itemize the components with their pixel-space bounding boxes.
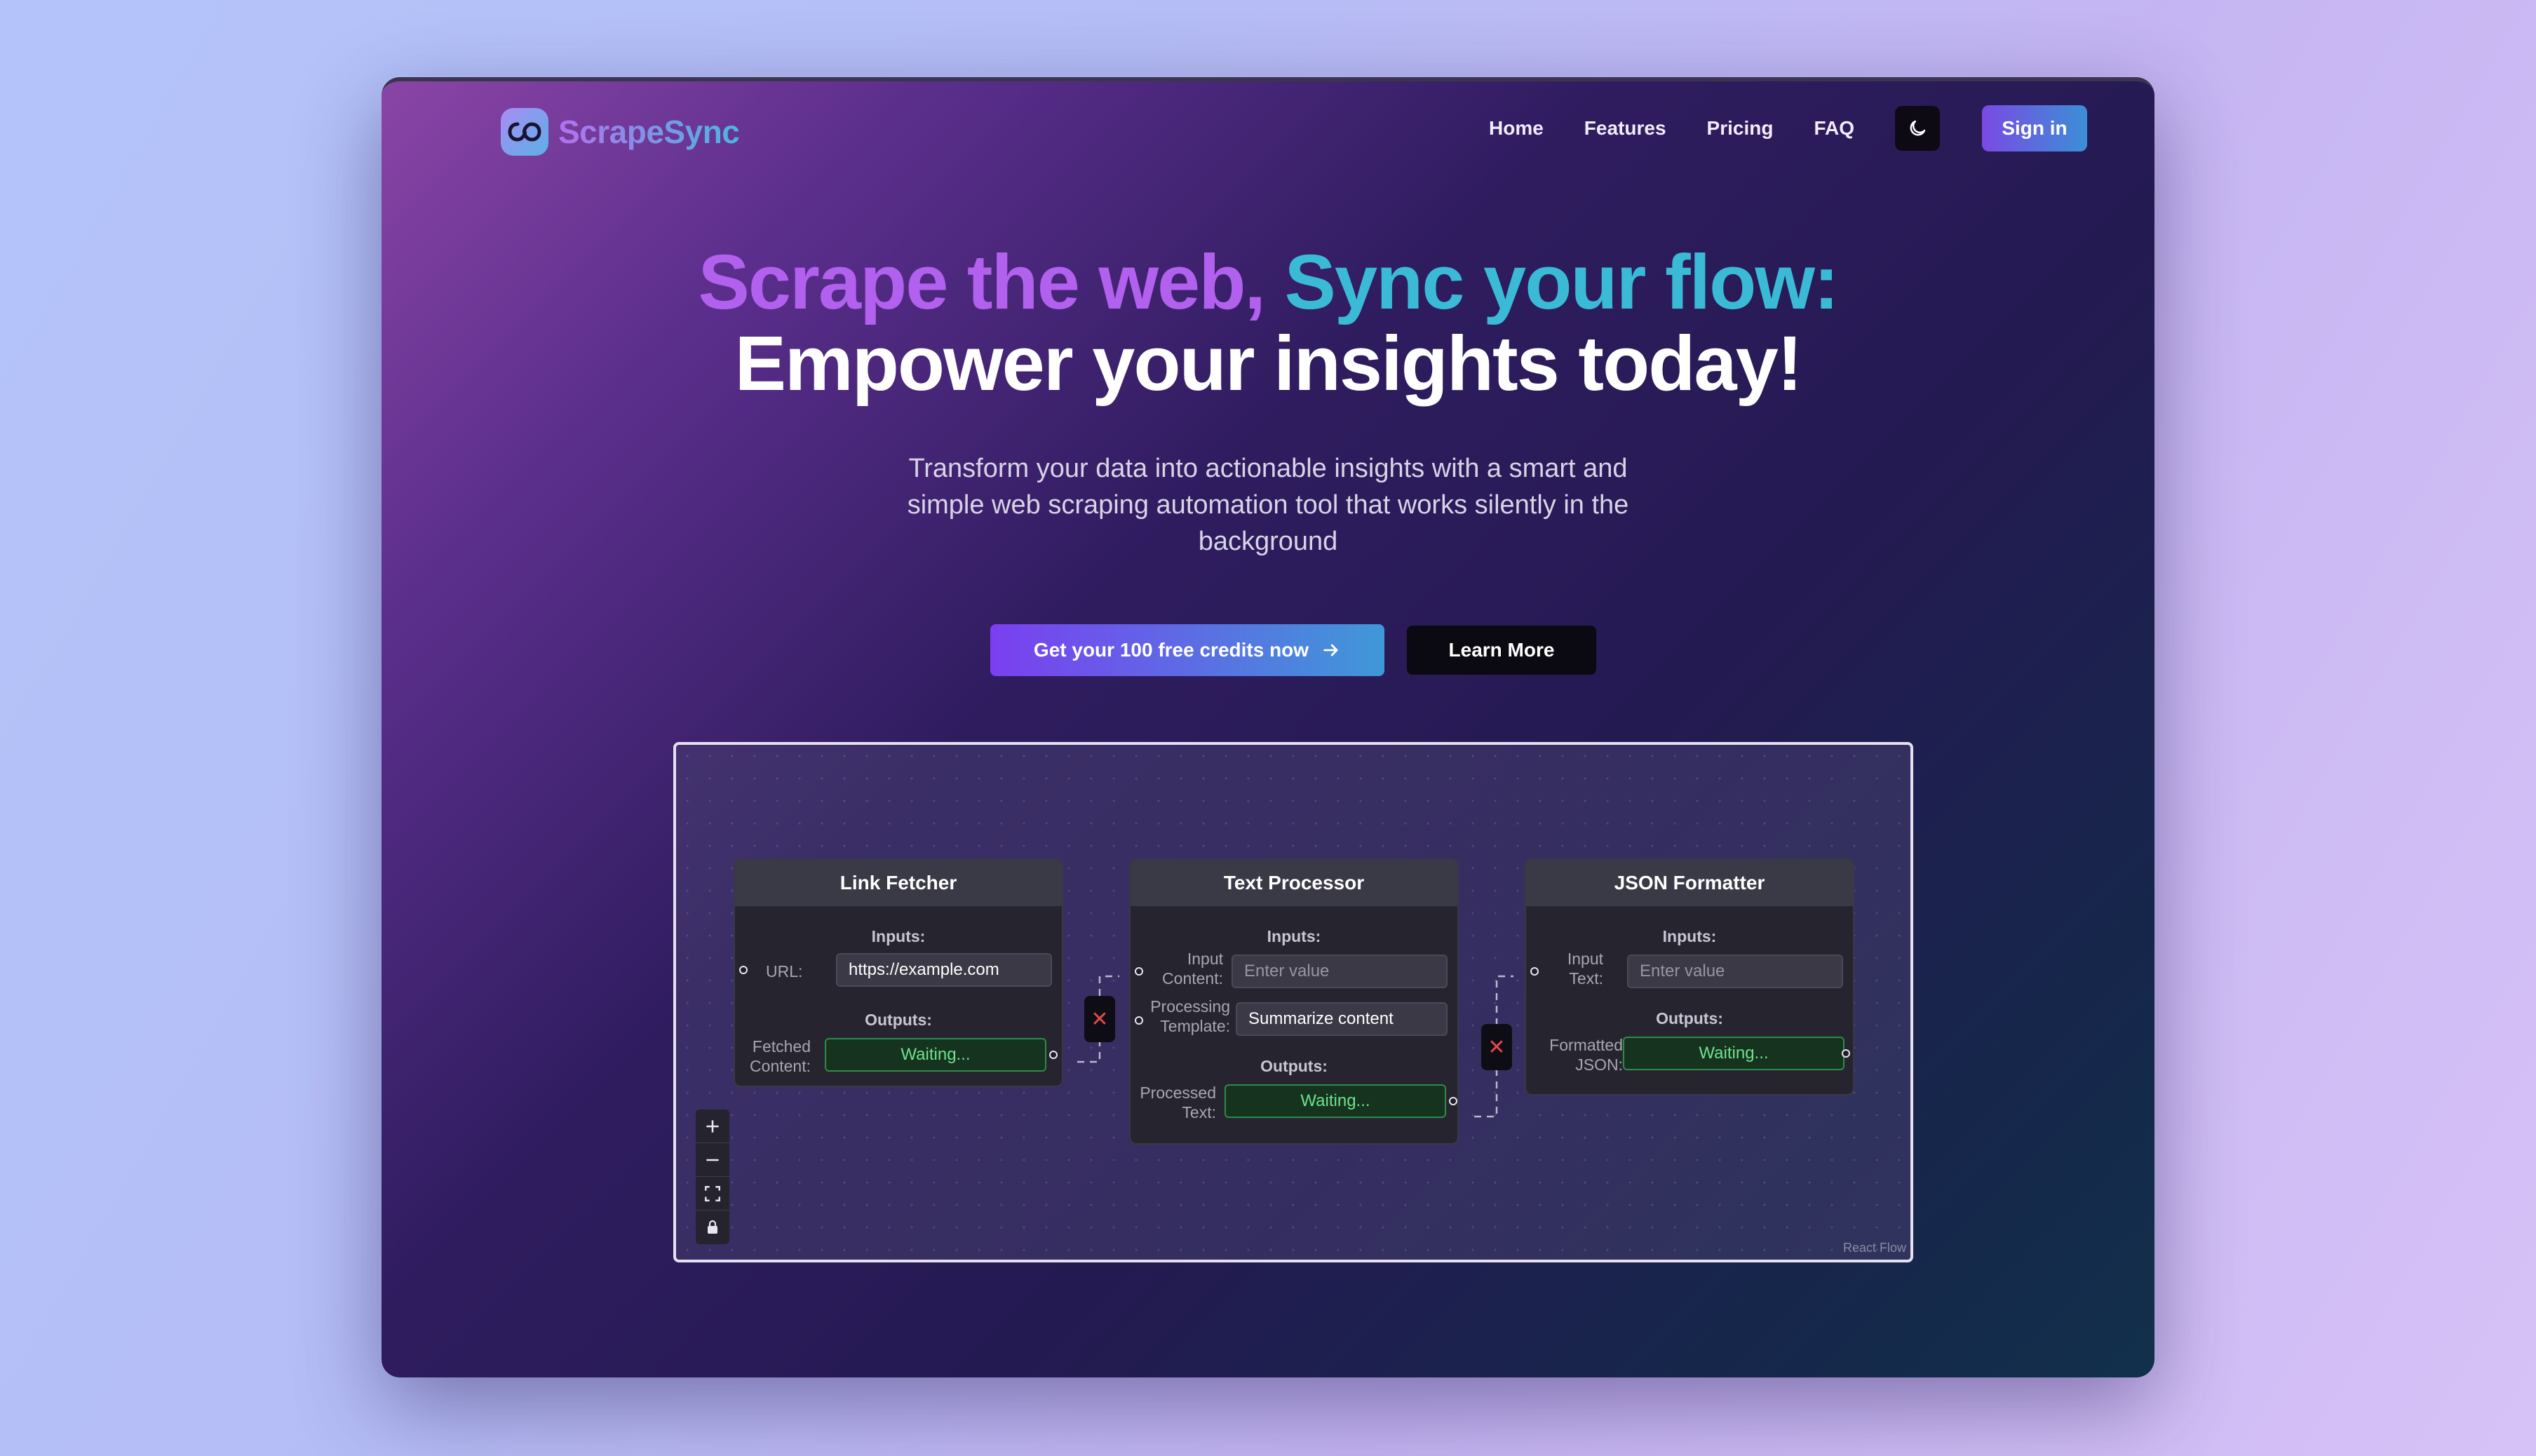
- nav-link-home[interactable]: Home: [1489, 117, 1544, 140]
- infinity-icon: [501, 108, 548, 156]
- arrow-right-icon: [1323, 644, 1338, 656]
- top-nav: ScrapeSync Home Features Pricing FAQ Sig…: [382, 81, 2154, 208]
- moon-icon: [1910, 120, 1926, 136]
- fetched-content-output: Waiting...: [825, 1038, 1046, 1072]
- inputs-label: Inputs:: [1267, 927, 1321, 945]
- input-handle[interactable]: [1135, 967, 1143, 976]
- output-handle[interactable]: [1049, 1051, 1058, 1059]
- input-row-url: URL: https://example.com: [735, 953, 1062, 995]
- node-title: Text Processor: [1131, 860, 1457, 906]
- theme-toggle-button[interactable]: [1895, 106, 1940, 151]
- input-content-field[interactable]: Enter value: [1232, 955, 1448, 988]
- sign-in-button[interactable]: Sign in: [1982, 105, 2087, 151]
- nav-link-pricing[interactable]: Pricing: [1707, 117, 1774, 140]
- outputs-label: Outputs:: [1260, 1057, 1328, 1075]
- flow-controls: [696, 1110, 729, 1244]
- formatted-json-output: Waiting...: [1623, 1037, 1844, 1070]
- processed-text-label: Processed Text:: [1140, 1084, 1216, 1121]
- processing-template-field[interactable]: Summarize content: [1236, 1002, 1448, 1036]
- get-credits-button[interactable]: Get your 100 free credits now: [990, 624, 1384, 676]
- input-row-template: Processing Template: Summarize content: [1131, 997, 1457, 1040]
- processing-template-label: Processing Template:: [1150, 997, 1230, 1035]
- hero-title-line2: Empower your insights today!: [734, 321, 1803, 407]
- hero-subtitle: Transform your data into actionable insi…: [907, 454, 1629, 556]
- logo[interactable]: ScrapeSync: [501, 108, 740, 156]
- brand-name: ScrapeSync: [558, 114, 740, 150]
- output-row-fetched: Fetched Content: Waiting...: [735, 1037, 1062, 1080]
- nav-link-faq[interactable]: FAQ: [1814, 117, 1854, 140]
- input-content-label: Input Content:: [1162, 950, 1223, 987]
- input-row-content: Input Content: Enter value: [1131, 950, 1457, 994]
- outputs-label: Outputs:: [865, 1011, 932, 1029]
- react-flow-attribution[interactable]: React Flow: [1843, 1241, 1906, 1255]
- node-link-fetcher[interactable]: Link Fetcher Inputs: URL: https://exampl…: [734, 858, 1063, 1087]
- hero-title-part1: Scrape the web,: [698, 239, 1285, 325]
- input-handle[interactable]: [1530, 967, 1539, 976]
- output-handle[interactable]: [1449, 1097, 1457, 1105]
- delete-edge-button[interactable]: ✕: [1084, 996, 1115, 1042]
- flow-canvas[interactable]: Link Fetcher Inputs: URL: https://exampl…: [673, 742, 1913, 1262]
- inputs-label: Inputs:: [871, 927, 926, 945]
- output-handle[interactable]: [1842, 1049, 1850, 1058]
- output-row-processed: Processed Text: Waiting...: [1131, 1084, 1457, 1126]
- fit-view-icon[interactable]: [696, 1177, 729, 1211]
- input-text-label: Input Text:: [1567, 950, 1603, 987]
- cta-row: Get your 100 free credits now Learn More: [990, 624, 1596, 676]
- output-row-json: Formatted JSON: Waiting...: [1526, 1036, 1853, 1079]
- zoom-in-icon[interactable]: [696, 1110, 729, 1143]
- input-handle[interactable]: [739, 966, 748, 974]
- formatted-json-label: Formatted JSON:: [1549, 1036, 1623, 1074]
- hero-title-line1: Scrape the web, Sync your flow:: [382, 244, 2154, 321]
- input-row-text: Input Text: Enter value: [1526, 950, 1853, 994]
- learn-more-button[interactable]: Learn More: [1407, 626, 1596, 675]
- zoom-out-icon[interactable]: [696, 1143, 729, 1177]
- hero-title-part2: Sync your flow:: [1284, 239, 1840, 325]
- fetched-content-label: Fetched Content:: [750, 1037, 811, 1075]
- input-text-field[interactable]: Enter value: [1627, 955, 1843, 988]
- node-title: JSON Formatter: [1526, 860, 1853, 906]
- get-credits-label: Get your 100 free credits now: [1033, 639, 1309, 661]
- lock-icon[interactable]: [696, 1211, 729, 1244]
- delete-edge-button[interactable]: ✕: [1481, 1024, 1512, 1070]
- nav-links: Home Features Pricing FAQ Sign in: [1489, 105, 2087, 151]
- browser-window: ScrapeSync Home Features Pricing FAQ Sig…: [382, 77, 2154, 1377]
- inputs-label: Inputs:: [1662, 927, 1717, 945]
- nav-link-features[interactable]: Features: [1584, 117, 1666, 140]
- processed-text-output: Waiting...: [1225, 1084, 1446, 1118]
- outputs-label: Outputs:: [1656, 1009, 1723, 1027]
- node-json-formatter[interactable]: JSON Formatter Inputs: Input Text: Enter…: [1525, 858, 1854, 1096]
- url-label: URL:: [766, 962, 803, 980]
- url-input[interactable]: https://example.com: [836, 953, 1052, 987]
- node-text-processor[interactable]: Text Processor Inputs: Input Content: En…: [1129, 858, 1459, 1145]
- node-title: Link Fetcher: [735, 860, 1062, 906]
